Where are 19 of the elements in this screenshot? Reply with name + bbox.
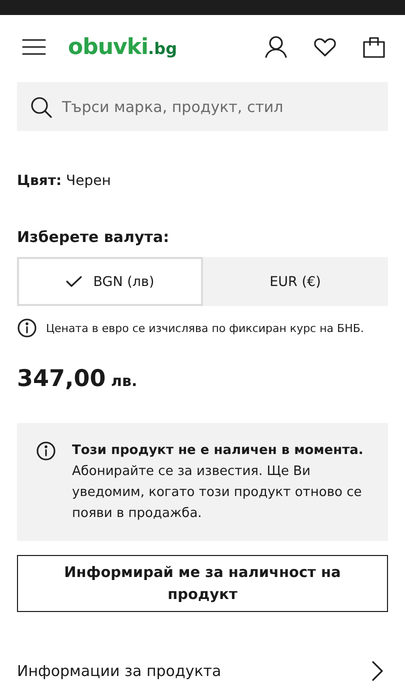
bag-icon[interactable] [362,35,386,59]
search-field[interactable]: Търси марка, продукт, стил [62,98,375,116]
check-icon [65,274,84,289]
logo[interactable]: obuvki.bg [68,34,178,60]
user-icon[interactable] [264,35,288,59]
section-link[interactable]: Информации за продукта [17,662,222,680]
info-icon [17,318,37,338]
color-text: Цвят: Черен [17,173,112,189]
search-icon [30,96,52,118]
currency-option[interactable]: BGN (лв) [17,257,202,306]
menu-icon[interactable] [22,36,46,58]
price: 347,00 лв. [17,366,138,392]
chevron-icon[interactable] [370,660,384,682]
info-icon [36,441,56,461]
info-text: Цената в евро се изчислява по фиксиран курс на БНБ. [46,322,364,334]
notice-text: Този продукт не е наличен в момента. Абонирайте се за известия. Ще Ви уведомим, когато този продукт отново се появи в продажба. [72,442,364,523]
notify-button[interactable]: Информирай ме за наличност на продукт [17,555,388,612]
search-bar[interactable]: Търси марка, продукт, стил [17,82,388,131]
currency-label: Изберете валута: [17,228,170,246]
